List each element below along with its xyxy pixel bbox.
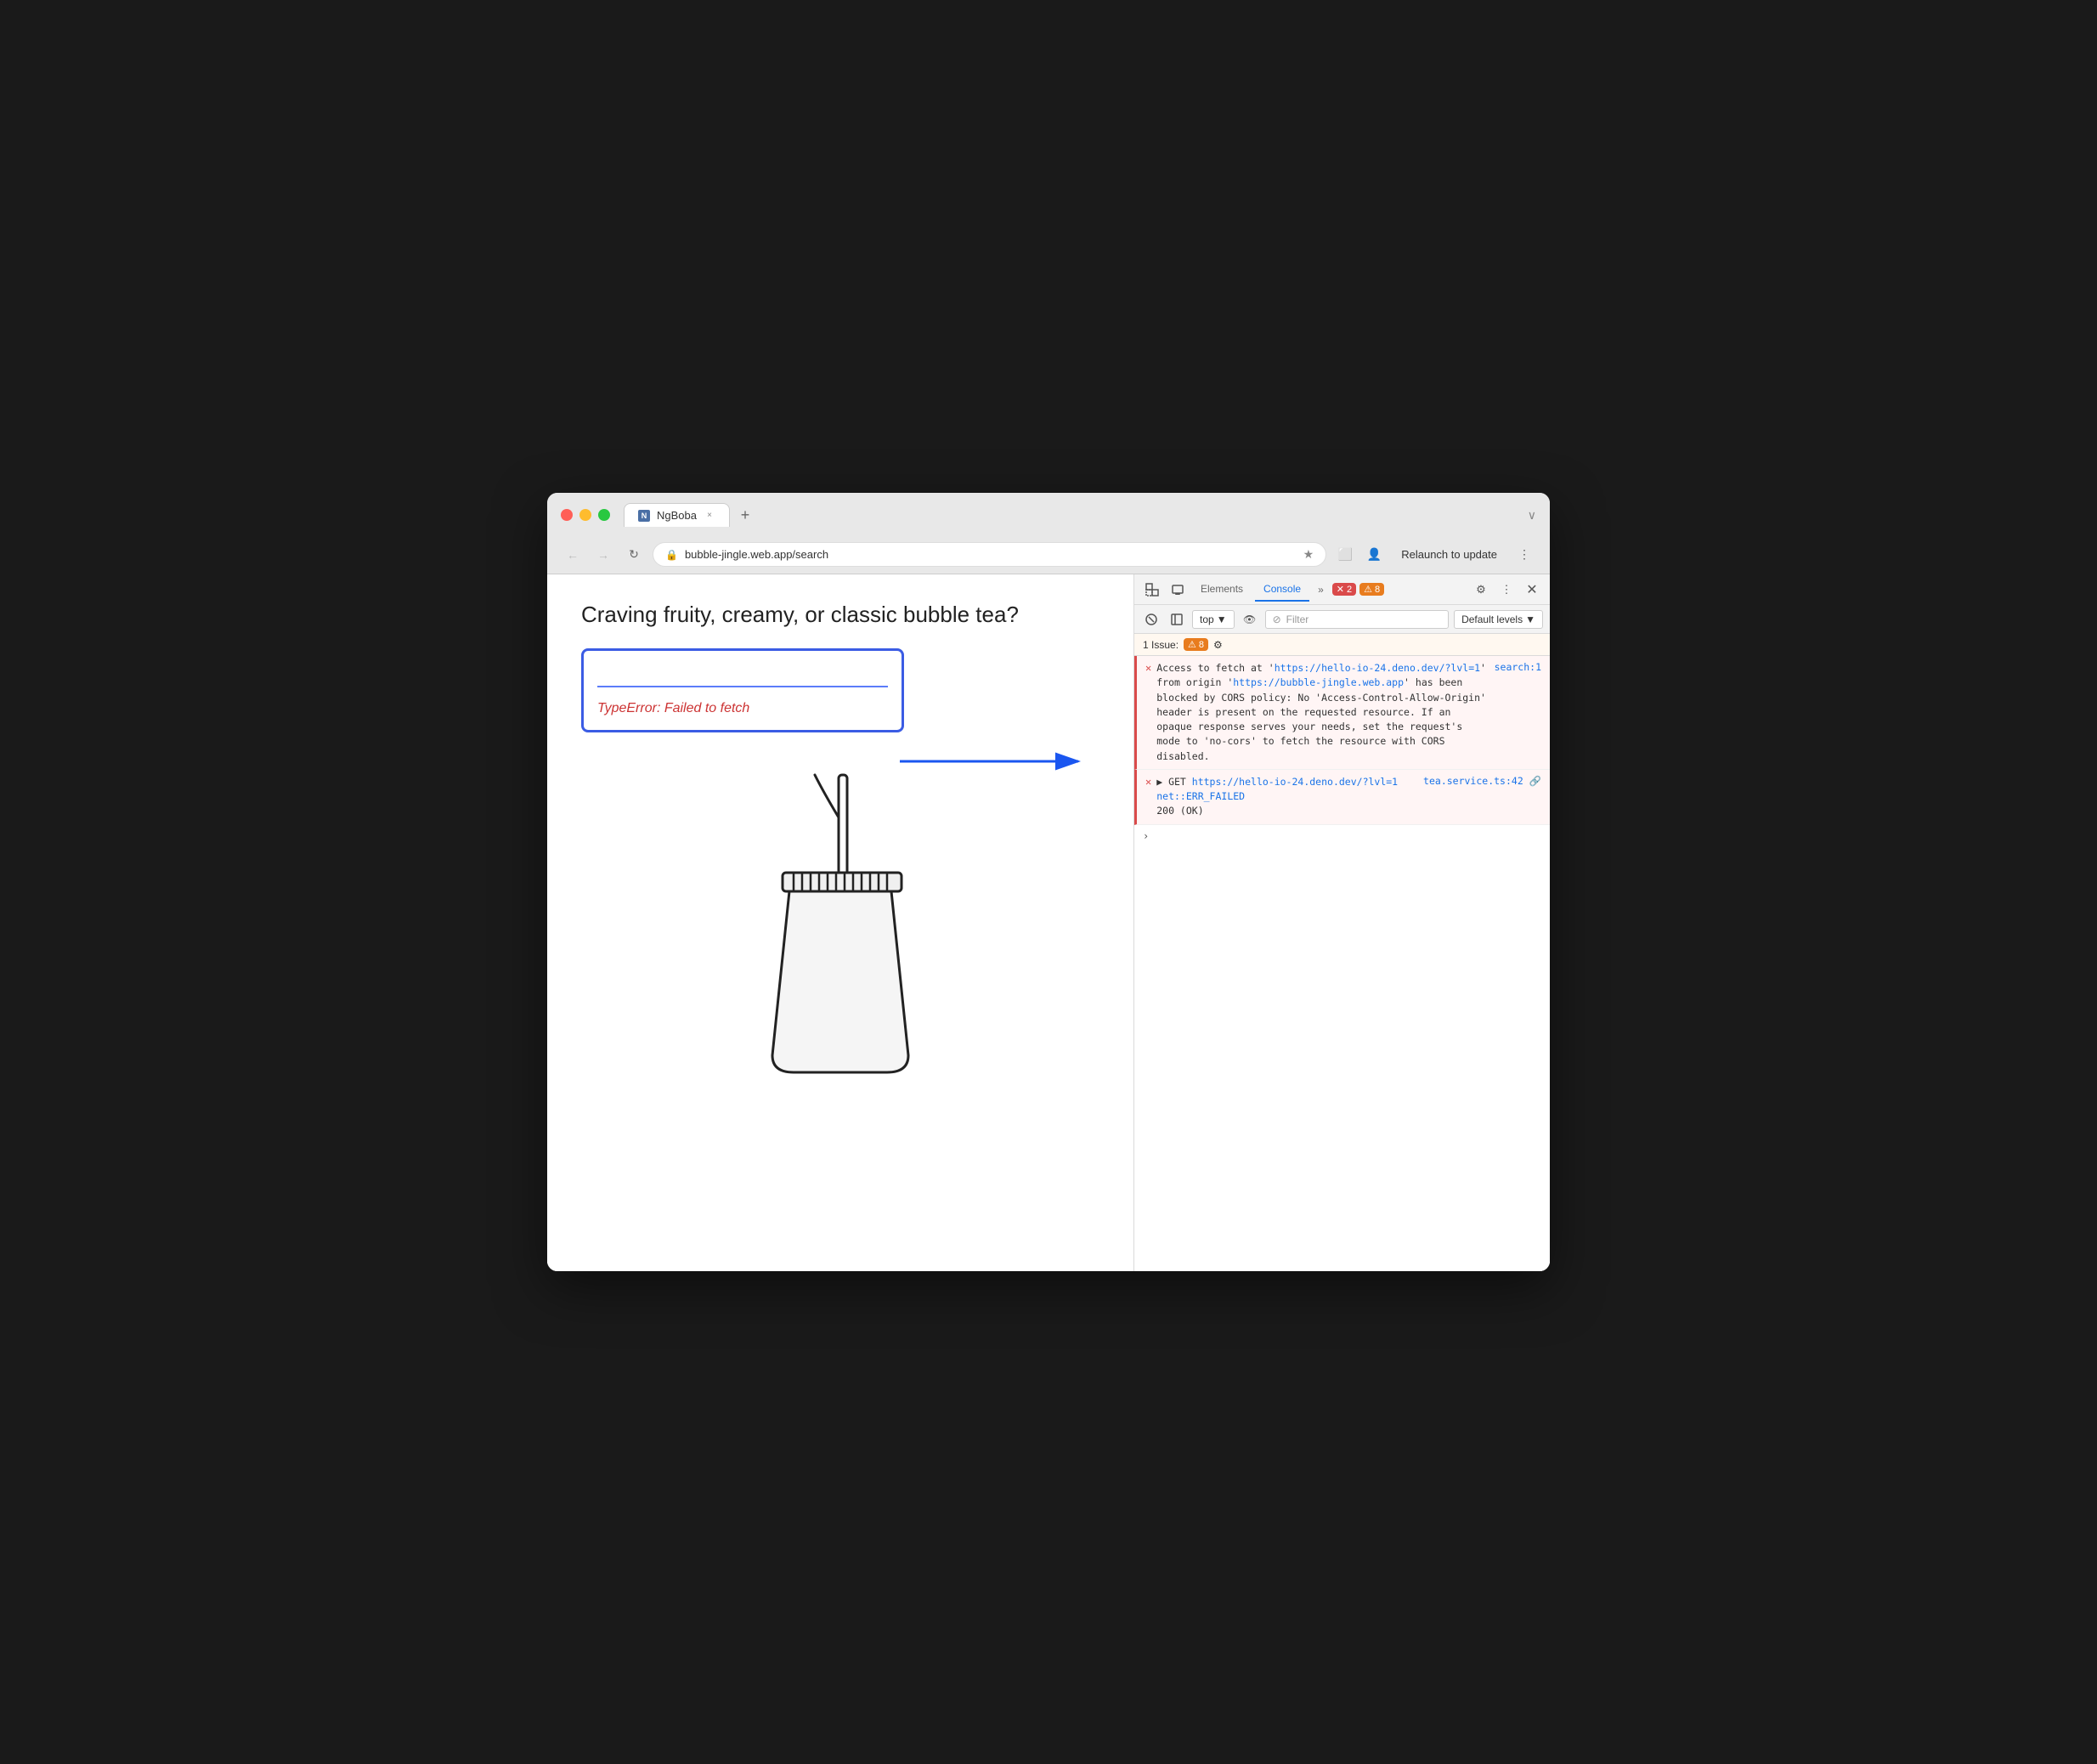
get-url-link[interactable]: https://hello-io-24.deno.dev/?lvl=1 <box>1192 776 1398 788</box>
title-bar: N NgBoba × + ∨ <box>547 493 1550 535</box>
log-content-2: ▶ GET https://hello-io-24.deno.dev/?lvl=… <box>1156 775 1418 819</box>
main-area: Craving fruity, creamy, or classic bubbl… <box>547 574 1550 1271</box>
chrome-more-button[interactable]: ⋮ <box>1512 543 1536 567</box>
browser-window: N NgBoba × + ∨ ← → ↻ 🔒 bubble-jingle.web… <box>547 493 1550 1271</box>
devtools-close-button[interactable]: ✕ <box>1521 579 1543 601</box>
more-tabs-button[interactable]: » <box>1313 580 1329 599</box>
search-box: TypeError: Failed to fetch <box>581 648 904 732</box>
traffic-lights <box>561 509 610 521</box>
address-bar: ← → ↻ 🔒 bubble-jingle.web.app/search ★ ⬜… <box>547 535 1550 574</box>
eye-button[interactable]: 👁 <box>1240 609 1260 630</box>
page-title: Craving fruity, creamy, or classic bubbl… <box>581 602 1099 628</box>
tab-favicon: N <box>638 510 650 522</box>
issues-bar: 1 Issue: ⚠ 8 ⚙ <box>1134 634 1550 656</box>
default-levels-label: Default levels <box>1461 613 1523 625</box>
devtools-panel: Elements Console » ✕ 2 ⚠ 8 ⚙ ⋮ ✕ <box>1133 574 1550 1271</box>
log-entry: ✕ Access to fetch at 'https://hello-io-2… <box>1134 656 1550 770</box>
reload-button[interactable]: ↻ <box>622 543 646 567</box>
issues-label: 1 Issue: <box>1143 639 1179 651</box>
forward-button[interactable]: → <box>591 543 615 567</box>
service-source-link[interactable]: net::ERR_FAILED <box>1156 790 1245 802</box>
extensions-button[interactable]: ⬜ <box>1333 543 1357 567</box>
warning-count: 8 <box>1375 585 1380 595</box>
context-label: top <box>1200 613 1214 625</box>
origin-url-link[interactable]: https://bubble-jingle.web.app <box>1233 676 1404 688</box>
tabs-overflow-button[interactable]: ∨ <box>1528 508 1536 523</box>
nav-icons-right: ⬜ 👤 Relaunch to update ⋮ <box>1333 543 1536 567</box>
tab-console[interactable]: Console <box>1255 578 1309 602</box>
tab-close-button[interactable]: × <box>704 510 715 522</box>
console-log: ✕ Access to fetch at 'https://hello-io-2… <box>1134 656 1550 1271</box>
url-text: bubble-jingle.web.app/search <box>685 548 1297 561</box>
log-level-selector[interactable]: Default levels ▼ <box>1454 610 1543 629</box>
devtools-more-button[interactable]: ⋮ <box>1495 579 1518 601</box>
levels-chevron-icon: ▼ <box>1525 613 1535 625</box>
active-tab[interactable]: N NgBoba × <box>624 503 730 527</box>
context-selector[interactable]: top ▼ <box>1192 610 1235 629</box>
traffic-light-fullscreen[interactable] <box>598 509 610 521</box>
filter-input[interactable]: ⊘ Filter <box>1265 610 1449 629</box>
traffic-light-close[interactable] <box>561 509 573 521</box>
issues-count-badge: ⚠ 8 <box>1184 638 1208 651</box>
prompt-chevron-icon: › <box>1143 830 1149 842</box>
relaunch-button[interactable]: Relaunch to update <box>1391 543 1507 566</box>
device-toolbar-button[interactable] <box>1167 579 1189 601</box>
account-button[interactable]: 👤 <box>1362 543 1386 567</box>
warning-count-badge: ⚠ 8 <box>1359 583 1384 596</box>
devtools-settings-button[interactable]: ⚙ <box>1470 579 1492 601</box>
lock-icon: 🔒 <box>665 549 678 561</box>
clear-console-button[interactable] <box>1141 609 1162 630</box>
new-tab-button[interactable]: + <box>733 503 757 527</box>
search-input[interactable] <box>597 664 888 687</box>
devtools-toolbar: Elements Console » ✕ 2 ⚠ 8 ⚙ ⋮ ✕ <box>1134 574 1550 605</box>
page-content: Craving fruity, creamy, or classic bubbl… <box>547 574 1133 1271</box>
bookmark-icon[interactable]: ★ <box>1303 547 1314 562</box>
tab-bar: N NgBoba × + ∨ <box>624 503 1536 527</box>
traffic-light-minimize[interactable] <box>579 509 591 521</box>
boba-cup-svg <box>747 766 934 1089</box>
log-entry-2: ✕ ▶ GET https://hello-io-24.deno.dev/?lv… <box>1134 770 1550 825</box>
tab-elements[interactable]: Elements <box>1192 578 1252 602</box>
console-toolbar: top ▼ 👁 ⊘ Filter Default levels ▼ <box>1134 605 1550 634</box>
error-icon: ✕ <box>1145 662 1151 674</box>
log-source-link[interactable]: search:1 <box>1495 661 1541 673</box>
inspect-element-button[interactable] <box>1141 579 1163 601</box>
warning-icon-issues: ⚠ <box>1188 639 1196 650</box>
url-bar[interactable]: 🔒 bubble-jingle.web.app/search ★ <box>653 542 1326 567</box>
error-icon-2: ✕ <box>1145 776 1151 788</box>
sidebar-toggle-button[interactable] <box>1167 609 1187 630</box>
chevron-down-icon: ▼ <box>1217 613 1227 625</box>
error-message: TypeError: Failed to fetch <box>597 701 888 716</box>
log-content: Access to fetch at 'https://hello-io-24.… <box>1156 661 1489 764</box>
error-count-badge: ✕ 2 <box>1332 583 1356 596</box>
tab-title: NgBoba <box>657 509 697 522</box>
boba-illustration <box>581 766 1099 1089</box>
warning-icon-small: ⚠ <box>1364 584 1372 595</box>
console-prompt: › <box>1134 825 1550 847</box>
issues-settings-icon[interactable]: ⚙ <box>1213 639 1223 651</box>
filter-icon: ⊘ <box>1273 613 1281 625</box>
back-button[interactable]: ← <box>561 543 585 567</box>
fetch-url-link[interactable]: https://hello-io-24.deno.dev/?lvl=1 <box>1275 662 1480 674</box>
tea-service-link[interactable]: tea.service.ts:42 🔗 <box>1423 775 1541 787</box>
error-icon-small: ✕ <box>1337 584 1344 595</box>
filter-placeholder: Filter <box>1286 613 1309 625</box>
issues-count: 8 <box>1199 640 1204 650</box>
error-count: 2 <box>1347 585 1352 595</box>
